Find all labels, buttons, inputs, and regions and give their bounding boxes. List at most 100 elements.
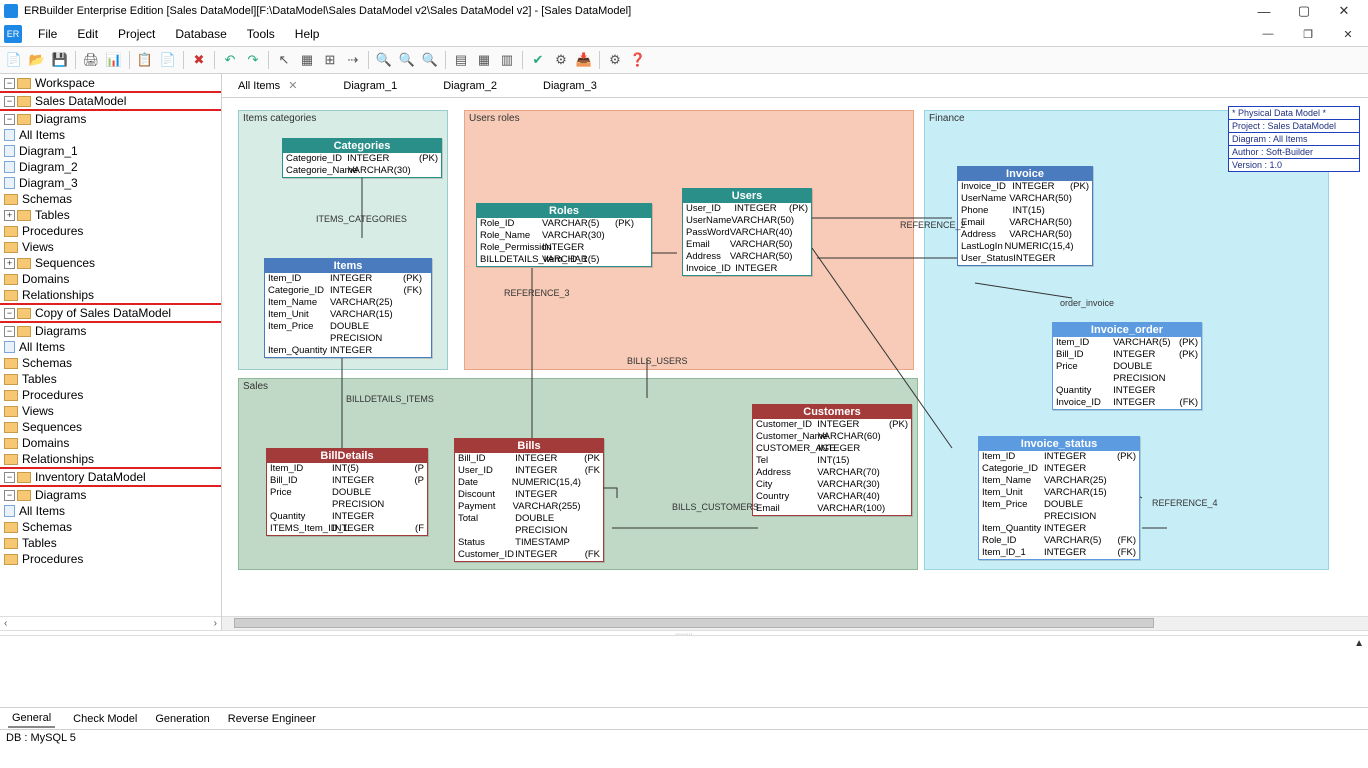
tree-copy-sales-datamodel[interactable]: −Copy of Sales DataModel bbox=[0, 303, 221, 323]
tree-all-items-3[interactable]: All Items bbox=[0, 503, 221, 519]
entity-roles[interactable]: RolesRole_IDVARCHAR(5)(PK)Role_NameVARCH… bbox=[476, 203, 652, 267]
diagram-canvas[interactable]: Items categories Users roles Finance Sal… bbox=[222, 98, 1368, 616]
menu-project[interactable]: Project bbox=[108, 27, 165, 41]
tree-hscroll[interactable]: ‹› bbox=[0, 616, 221, 630]
tree-schemas-3[interactable]: Schemas bbox=[0, 519, 221, 535]
entity-items[interactable]: ItemsItem_IDINTEGER(PK)Categorie_IDINTEG… bbox=[264, 258, 432, 358]
menu-file[interactable]: File bbox=[28, 27, 67, 41]
tab-all-items[interactable]: All Items✕ bbox=[230, 77, 305, 94]
tree-schemas[interactable]: Schemas bbox=[0, 191, 221, 207]
layout3-icon[interactable]: ▥ bbox=[497, 50, 517, 70]
reverse-icon[interactable]: 📥 bbox=[574, 50, 594, 70]
menu-tools[interactable]: Tools bbox=[237, 27, 285, 41]
entity-users[interactable]: UsersUser_IDINTEGER(PK)UserNameVARCHAR(5… bbox=[682, 188, 812, 276]
open-icon[interactable]: 📂 bbox=[27, 50, 47, 70]
new-icon[interactable]: 📄 bbox=[4, 50, 24, 70]
tree-domains[interactable]: Domains bbox=[0, 271, 221, 287]
zoom-out-icon[interactable]: 🔍 bbox=[397, 50, 417, 70]
tab-reverse-engineer[interactable]: Reverse Engineer bbox=[228, 713, 316, 725]
canvas-hscroll[interactable] bbox=[222, 616, 1368, 630]
entity-invoice-status[interactable]: Invoice_statusItem_IDINTEGER(PK)Categori… bbox=[978, 436, 1140, 560]
model-info-box: * Physical Data Model *Project : Sales D… bbox=[1228, 106, 1360, 172]
tree-tables-2[interactable]: Tables bbox=[0, 371, 221, 387]
table-icon[interactable]: ▦ bbox=[297, 50, 317, 70]
copy-icon[interactable]: 📋 bbox=[135, 50, 155, 70]
zoom-in-icon[interactable]: 🔍 bbox=[374, 50, 394, 70]
mdi-minimize-button[interactable]: — bbox=[1248, 28, 1288, 40]
tree-tables-3[interactable]: Tables bbox=[0, 535, 221, 551]
mdi-restore-button[interactable]: ❐ bbox=[1288, 28, 1328, 41]
menu-help[interactable]: Help bbox=[285, 27, 330, 41]
export-icon[interactable]: 📊 bbox=[104, 50, 124, 70]
collapse-icon[interactable]: ▲ bbox=[1354, 638, 1364, 649]
tree-schemas-2[interactable]: Schemas bbox=[0, 355, 221, 371]
tree-procedures[interactable]: Procedures bbox=[0, 223, 221, 239]
tree-procedures-2[interactable]: Procedures bbox=[0, 387, 221, 403]
tab-generation[interactable]: Generation bbox=[155, 713, 209, 725]
rel-reference-4: REFERENCE_4 bbox=[1152, 498, 1218, 508]
tree-sequences-2[interactable]: Sequences bbox=[0, 419, 221, 435]
entity-customers[interactable]: CustomersCustomer_IDINTEGER(PK)Customer_… bbox=[752, 404, 912, 516]
entity-invoice[interactable]: InvoiceInvoice_IDINTEGER(PK)UserNameVARC… bbox=[957, 166, 1093, 266]
redo-icon[interactable]: ↷ bbox=[243, 50, 263, 70]
tree-diagram-3[interactable]: Diagram_3 bbox=[0, 175, 221, 191]
tree-all-items-2[interactable]: All Items bbox=[0, 339, 221, 355]
delete-icon[interactable]: ✖ bbox=[189, 50, 209, 70]
rel-reference-2: REFERENCE_2 bbox=[900, 220, 966, 230]
tree-views-2[interactable]: Views bbox=[0, 403, 221, 419]
tree-diagram-1[interactable]: Diagram_1 bbox=[0, 143, 221, 159]
entity-invoice-order[interactable]: Invoice_orderItem_IDVARCHAR(5)(PK)Bill_I… bbox=[1052, 322, 1202, 410]
link-icon[interactable]: ⇢ bbox=[343, 50, 363, 70]
tree-tables[interactable]: +Tables bbox=[0, 207, 221, 223]
tab-diagram-1[interactable]: Diagram_1 bbox=[335, 78, 405, 94]
rel-reference-3: REFERENCE_3 bbox=[504, 288, 570, 298]
check-icon[interactable]: ✔ bbox=[528, 50, 548, 70]
tree-sales-datamodel[interactable]: −Sales DataModel bbox=[0, 91, 221, 111]
relation-icon[interactable]: ⊞ bbox=[320, 50, 340, 70]
minimize-button[interactable]: — bbox=[1244, 4, 1284, 19]
menu-database[interactable]: Database bbox=[165, 27, 236, 41]
tab-general[interactable]: General bbox=[8, 710, 55, 728]
tree-inventory-datamodel[interactable]: −Inventory DataModel bbox=[0, 467, 221, 487]
entity-bills[interactable]: BillsBill_IDINTEGER(PKUser_IDINTEGER(FKD… bbox=[454, 438, 604, 562]
pointer-icon[interactable]: ↖ bbox=[274, 50, 294, 70]
paste-icon[interactable]: 📄 bbox=[158, 50, 178, 70]
zoom-fit-icon[interactable]: 🔍 bbox=[420, 50, 440, 70]
maximize-button[interactable]: ▢ bbox=[1284, 3, 1324, 19]
mdi-close-button[interactable]: ✕ bbox=[1328, 28, 1368, 41]
layout2-icon[interactable]: ▦ bbox=[474, 50, 494, 70]
undo-icon[interactable]: ↶ bbox=[220, 50, 240, 70]
generate-icon[interactable]: ⚙ bbox=[551, 50, 571, 70]
tab-diagram-2[interactable]: Diagram_2 bbox=[435, 78, 505, 94]
close-icon[interactable]: ✕ bbox=[288, 80, 297, 92]
print-icon[interactable]: 🖨 bbox=[81, 50, 101, 70]
tree-diagrams-3[interactable]: −Diagrams bbox=[0, 487, 221, 503]
tree-diagram-2[interactable]: Diagram_2 bbox=[0, 159, 221, 175]
diagram-tabs: All Items✕ Diagram_1 Diagram_2 Diagram_3 bbox=[222, 74, 1368, 98]
rel-items-categories: ITEMS_CATEGORIES bbox=[316, 214, 407, 224]
tree-sequences[interactable]: +Sequences bbox=[0, 255, 221, 271]
close-button[interactable]: ✕ bbox=[1324, 3, 1364, 19]
message-panel: ▲ bbox=[0, 636, 1368, 708]
tree-all-items[interactable]: All Items bbox=[0, 127, 221, 143]
tab-diagram-3[interactable]: Diagram_3 bbox=[535, 78, 605, 94]
save-icon[interactable]: 💾 bbox=[50, 50, 70, 70]
tree-procedures-3[interactable]: Procedures bbox=[0, 551, 221, 567]
tree-domains-2[interactable]: Domains bbox=[0, 435, 221, 451]
app-icon: ER bbox=[4, 25, 22, 43]
entity-billdetails[interactable]: BillDetailsItem_IDINT(5)(PBill_IDINTEGER… bbox=[266, 448, 428, 536]
tree-relationships-2[interactable]: Relationships bbox=[0, 451, 221, 467]
tree-diagrams-2[interactable]: −Diagrams bbox=[0, 323, 221, 339]
tree-diagrams[interactable]: −Diagrams bbox=[0, 111, 221, 127]
tree-workspace[interactable]: −Workspace bbox=[0, 75, 221, 91]
menu-edit[interactable]: Edit bbox=[67, 27, 108, 41]
tab-check-model[interactable]: Check Model bbox=[73, 713, 137, 725]
bottom-tabs: General Check Model Generation Reverse E… bbox=[0, 708, 1368, 730]
menu-bar: ER File Edit Project Database Tools Help… bbox=[0, 22, 1368, 46]
help-icon[interactable]: ❓ bbox=[628, 50, 648, 70]
settings-icon[interactable]: ⚙ bbox=[605, 50, 625, 70]
layout1-icon[interactable]: ▤ bbox=[451, 50, 471, 70]
tree-relationships[interactable]: Relationships bbox=[0, 287, 221, 303]
tree-views[interactable]: Views bbox=[0, 239, 221, 255]
entity-categories[interactable]: CategoriesCategorie_IDINTEGER(PK)Categor… bbox=[282, 138, 442, 178]
